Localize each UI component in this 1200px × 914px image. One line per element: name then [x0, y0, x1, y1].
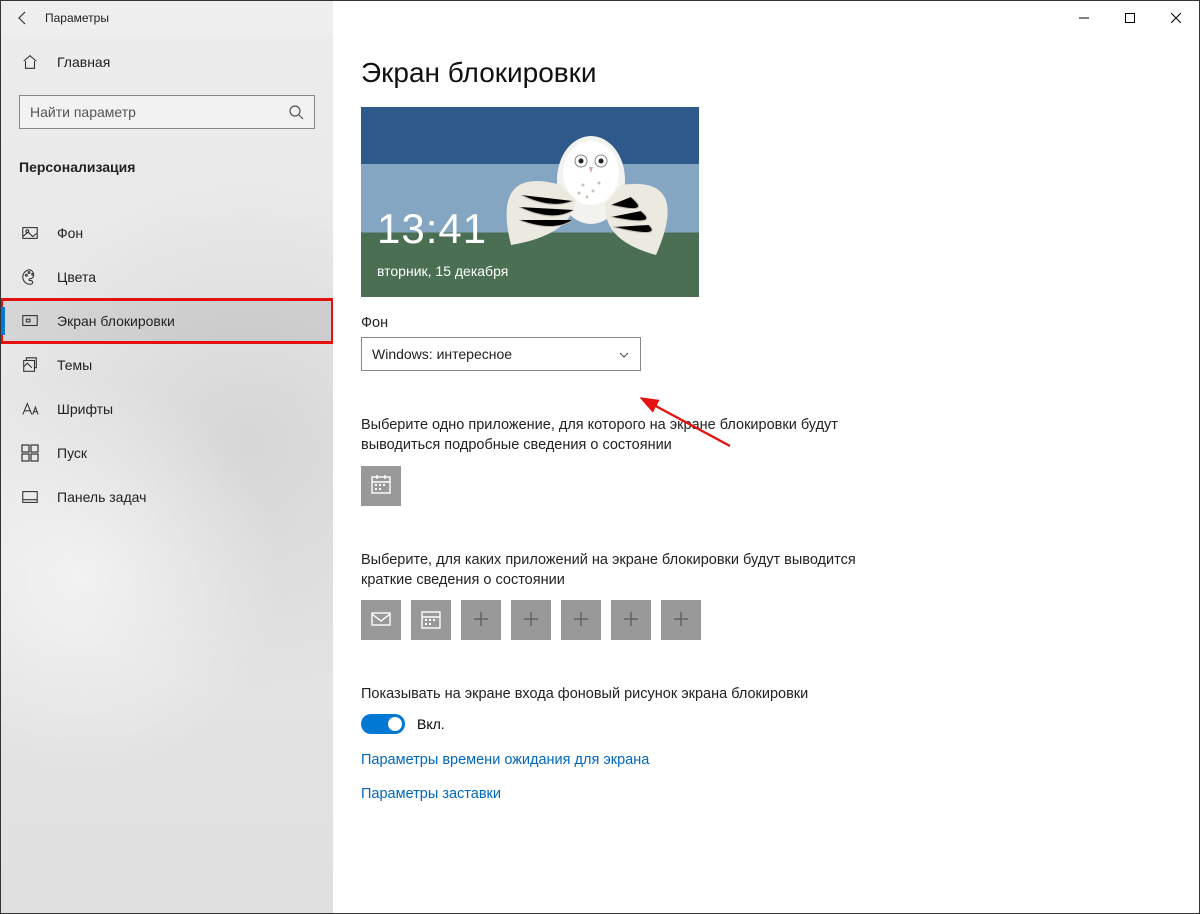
- taskbar-icon: [21, 488, 39, 506]
- sidebar-item-label: Фон: [57, 225, 83, 241]
- window-close-button[interactable]: [1153, 1, 1199, 35]
- sidebar-item-lockscreen[interactable]: Экран блокировки: [1, 299, 333, 343]
- sidebar-item-label: Пуск: [57, 445, 87, 461]
- screensaver-link[interactable]: Параметры заставки: [361, 786, 1199, 802]
- window-titlebar: Параметры: [1, 1, 1199, 35]
- plus-icon: [522, 610, 540, 631]
- back-button[interactable]: [1, 1, 45, 35]
- signin-background-label: Показывать на экране входа фоновый рисун…: [361, 684, 881, 704]
- signin-background-toggle[interactable]: [361, 714, 405, 734]
- quick-status-app-add-7[interactable]: [661, 600, 701, 640]
- window-maximize-button[interactable]: [1107, 1, 1153, 35]
- quick-status-app-add-6[interactable]: [611, 600, 651, 640]
- search-placeholder: Найти параметр: [30, 104, 288, 120]
- background-combobox[interactable]: Windows: интересное: [361, 337, 641, 371]
- sidebar-item-taskbar[interactable]: Панель задач: [1, 475, 333, 519]
- home-icon: [21, 53, 39, 71]
- sidebar-item-colors[interactable]: Цвета: [1, 255, 333, 299]
- themes-icon: [21, 356, 39, 374]
- mail-icon: [370, 608, 392, 633]
- sidebar-category: Персонализация: [1, 141, 333, 193]
- sidebar-search-input[interactable]: Найти параметр: [19, 95, 315, 129]
- sidebar-item-label: Шрифты: [57, 401, 113, 417]
- sidebar-item-start[interactable]: Пуск: [1, 431, 333, 475]
- window-minimize-button[interactable]: [1061, 1, 1107, 35]
- sidebar-item-background[interactable]: Фон: [1, 211, 333, 255]
- detailed-status-label: Выберите одно приложение, для которого н…: [361, 415, 881, 456]
- toggle-state-label: Вкл.: [417, 716, 445, 732]
- plus-icon: [672, 610, 690, 631]
- screen-timeout-link[interactable]: Параметры времени ожидания для экрана: [361, 752, 1199, 768]
- search-icon: [288, 104, 304, 120]
- preview-date: вторник, 15 декабря: [377, 263, 508, 279]
- quick-status-app-add-3[interactable]: [461, 600, 501, 640]
- content-pane: Экран блокировки 13: [333, 35, 1199, 913]
- sidebar: Главная Найти параметр Персонализация Фо…: [1, 35, 333, 913]
- palette-icon: [21, 268, 39, 286]
- background-combobox-value: Windows: интересное: [372, 346, 512, 362]
- sidebar-item-label: Экран блокировки: [57, 313, 175, 329]
- quick-status-app-add-5[interactable]: [561, 600, 601, 640]
- plus-icon: [472, 610, 490, 631]
- quick-status-app-2[interactable]: [411, 600, 451, 640]
- sidebar-home-label: Главная: [57, 54, 110, 70]
- background-label: Фон: [361, 315, 1199, 331]
- picture-icon: [21, 224, 39, 242]
- quick-status-app-1[interactable]: [361, 600, 401, 640]
- quick-status-app-add-4[interactable]: [511, 600, 551, 640]
- owl-illustration: [481, 125, 681, 275]
- fonts-icon: [21, 400, 39, 418]
- chevron-down-icon: [618, 348, 630, 360]
- start-icon: [21, 444, 39, 462]
- lockscreen-icon: [21, 312, 39, 330]
- calendar-icon: [370, 473, 392, 498]
- lockscreen-preview: 13:41 вторник, 15 декабря: [361, 107, 699, 297]
- sidebar-item-label: Темы: [57, 357, 92, 373]
- sidebar-item-label: Панель задач: [57, 489, 146, 505]
- plus-icon: [622, 610, 640, 631]
- sidebar-item-label: Цвета: [57, 269, 96, 285]
- sidebar-item-fonts[interactable]: Шрифты: [1, 387, 333, 431]
- sidebar-home[interactable]: Главная: [1, 39, 333, 85]
- plus-icon: [572, 610, 590, 631]
- preview-time: 13:41: [377, 205, 487, 253]
- calendar-icon: [420, 608, 442, 633]
- quick-status-label: Выберите, для каких приложений на экране…: [361, 550, 881, 591]
- detailed-status-app-button[interactable]: [361, 466, 401, 506]
- page-title: Экран блокировки: [361, 57, 1199, 89]
- window-title: Параметры: [45, 11, 109, 25]
- sidebar-item-themes[interactable]: Темы: [1, 343, 333, 387]
